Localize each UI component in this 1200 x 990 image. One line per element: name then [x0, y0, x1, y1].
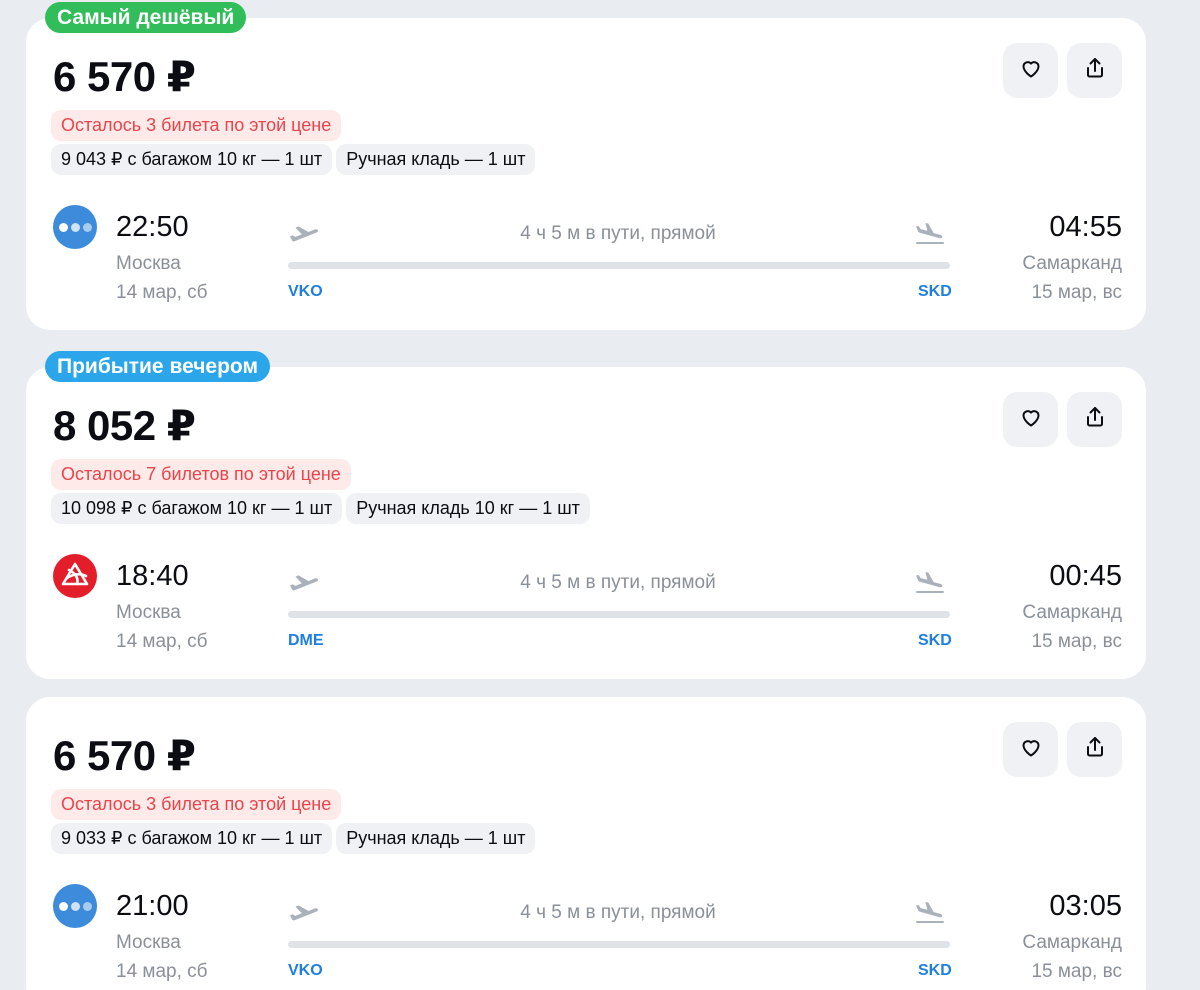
arrival-date: 15 мар, вс — [1031, 282, 1122, 303]
arrival-airport-code[interactable]: SKD — [918, 962, 952, 980]
ticket-price: 6 570 ₽ — [53, 732, 196, 779]
fare-option-chip[interactable]: 9 043 ₽ с багажом 10 кг — 1 шт — [51, 144, 333, 175]
share-button[interactable] — [1067, 722, 1122, 777]
arrival-time: 04:55 — [1049, 211, 1122, 243]
logo-dot — [82, 222, 92, 232]
favorite-button[interactable] — [1003, 392, 1058, 447]
favorite-button[interactable] — [1003, 722, 1058, 777]
fare-options: 10 098 ₽ с багажом 10 кг — 1 шт Ручная кл… — [51, 493, 590, 524]
route-line — [288, 941, 950, 948]
fare-option-chip[interactable]: Ручная кладь — 1 шт — [336, 144, 536, 175]
flight-duration: 4 ч 5 м в пути, прямой — [520, 572, 716, 593]
airline-logo — [53, 205, 97, 249]
logo-dot — [58, 901, 68, 911]
departure-airport-code[interactable]: DME — [288, 632, 324, 650]
arrival-city: Самарканд — [1022, 602, 1122, 623]
departure-time: 22:50 — [116, 211, 189, 243]
flight-duration: 4 ч 5 м в пути, прямой — [520, 223, 716, 244]
fare-option-chip[interactable]: 10 098 ₽ с багажом 10 кг — 1 шт — [51, 493, 343, 524]
departure-date: 14 мар, сб — [116, 282, 208, 303]
arrival-airport-code[interactable]: SKD — [918, 632, 952, 650]
ticket-card[interactable]: 6 570 ₽ Осталось 3 билета по этой цене 9 0… — [26, 697, 1146, 990]
heart-icon — [1019, 735, 1043, 764]
seats-left-warning: Осталось 7 билетов по этой цене — [51, 459, 351, 490]
arrival-date: 15 мар, вс — [1031, 631, 1122, 652]
ticket-price: 8 052 ₽ — [53, 402, 196, 449]
fare-option-chip[interactable]: Ручная кладь — 1 шт — [336, 823, 536, 854]
departure-city: Москва — [116, 932, 181, 953]
airline-logo — [53, 554, 97, 598]
ticket-actions — [1003, 722, 1122, 777]
ticket-price: 6 570 ₽ — [53, 53, 196, 100]
share-icon — [1083, 56, 1107, 85]
flight-duration: 4 ч 5 м в пути, прямой — [520, 902, 716, 923]
arrival-city: Самарканд — [1022, 932, 1122, 953]
departure-city: Москва — [116, 253, 181, 274]
share-button[interactable] — [1067, 392, 1122, 447]
fare-options: 9 043 ₽ с багажом 10 кг — 1 шт Ручная кла… — [51, 144, 536, 175]
seats-left-warning: Осталось 3 билета по этой цене — [51, 789, 342, 820]
departure-airport-code[interactable]: VKO — [288, 962, 323, 980]
ticket-list: Самый дешёвый 6 570 ₽ Осталось 3 билета по… — [0, 0, 1200, 990]
airline-logo — [53, 884, 97, 928]
share-icon — [1083, 735, 1107, 764]
departure-date: 14 мар, сб — [116, 631, 208, 652]
arrival-airport-code[interactable]: SKD — [918, 283, 952, 301]
fare-options: 9 033 ₽ с багажом 10 кг — 1 шт Ручная кла… — [51, 823, 536, 854]
ticket-actions — [1003, 392, 1122, 447]
arrival-time: 03:05 — [1049, 890, 1122, 922]
fare-option-chip[interactable]: Ручная кладь 10 кг — 1 шт — [346, 493, 590, 524]
heart-icon — [1019, 56, 1043, 85]
logo-dot — [70, 222, 80, 232]
departure-city: Москва — [116, 602, 181, 623]
favorite-button[interactable] — [1003, 43, 1058, 98]
fare-option-chip[interactable]: 9 033 ₽ с багажом 10 кг — 1 шт — [51, 823, 333, 854]
seats-left-warning: Осталось 3 билета по этой цене — [51, 110, 342, 141]
arrival-date: 15 мар, вс — [1031, 961, 1122, 982]
arrival-city: Самарканд — [1022, 253, 1122, 274]
route-line — [288, 262, 950, 269]
ticket-actions — [1003, 43, 1122, 98]
arrival-time: 00:45 — [1049, 560, 1122, 592]
logo-dot — [82, 901, 92, 911]
departure-time: 21:00 — [116, 890, 189, 922]
departure-date: 14 мар, сб — [116, 961, 208, 982]
ticket-card[interactable]: 8 052 ₽ Осталось 7 билетов по этой цене 10… — [26, 367, 1146, 679]
share-button[interactable] — [1067, 43, 1122, 98]
logo-dot — [58, 222, 68, 232]
logo-dot — [70, 901, 80, 911]
ticket-badge: Прибытие вечером — [45, 351, 271, 382]
ticket-badge: Самый дешёвый — [45, 2, 247, 33]
ticket-card[interactable]: 6 570 ₽ Осталось 3 билета по этой цене 9 0… — [26, 18, 1146, 330]
route-line — [288, 611, 950, 618]
heart-icon — [1019, 405, 1043, 434]
share-icon — [1083, 405, 1107, 434]
departure-airport-code[interactable]: VKO — [288, 283, 323, 301]
departure-time: 18:40 — [116, 560, 189, 592]
